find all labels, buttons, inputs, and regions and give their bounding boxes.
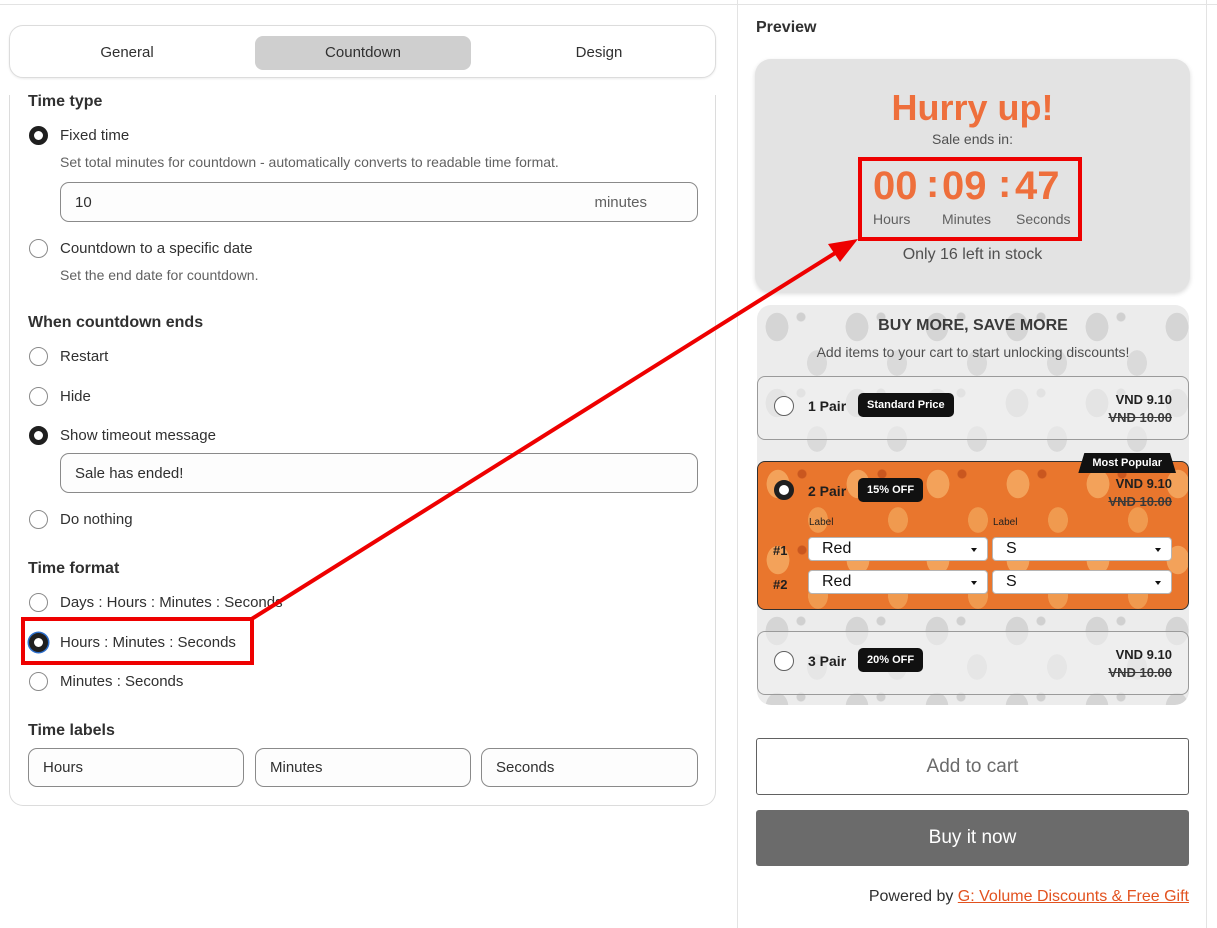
powered-prefix: Powered by: [868, 888, 954, 905]
minutes-label-input[interactable]: Minutes: [255, 748, 471, 787]
timer-headline: Hurry up!: [891, 87, 1054, 128]
dropdown-caret-icon: [1155, 548, 1161, 552]
minutes-suffix: minutes: [594, 193, 647, 211]
offer-3-pair[interactable]: 3 Pair 20% OFF VND 9.10 VND 10.00: [757, 631, 1189, 695]
offer-2-pair[interactable]: Most Popular 2 Pair 15% OFF VND 9.10 VND…: [757, 461, 1189, 610]
offer-radio-checked[interactable]: [774, 480, 794, 500]
add-to-cart-button[interactable]: Add to cart: [756, 738, 1189, 795]
select-value: Red: [822, 540, 852, 557]
fixed-time-help: Set total minutes for countdown - automa…: [60, 154, 559, 170]
tab-general[interactable]: General: [19, 36, 235, 70]
variant-1-color-select[interactable]: Red: [808, 537, 988, 561]
radio-do-nothing[interactable]: Do nothing: [29, 508, 133, 530]
dropdown-caret-icon: [971, 581, 977, 585]
offer-price: VND 9.10: [1115, 476, 1172, 491]
radio-button[interactable]: [29, 386, 48, 406]
radio-restart[interactable]: Restart: [29, 345, 108, 367]
fixed-time-label: Fixed time: [60, 126, 130, 144]
highlight-format-option: [21, 617, 254, 665]
timeout-message-input[interactable]: Sale has ended!: [60, 453, 698, 493]
variant-1-size-select[interactable]: S: [992, 537, 1172, 561]
time-type-title: Time type: [28, 93, 103, 110]
offer-price: VND 9.10: [1115, 392, 1172, 407]
radio-format-ms[interactable]: Minutes : Seconds: [29, 670, 183, 692]
specific-date-label: Countdown to a specific date: [60, 239, 253, 257]
radio-button-checked[interactable]: [29, 425, 48, 445]
specific-date-help: Set the end date for countdown.: [60, 267, 259, 283]
restart-label: Restart: [60, 347, 109, 365]
bundle-title: BUY MORE, SAVE MORE: [878, 317, 1068, 334]
radio-button[interactable]: [29, 509, 48, 529]
stock-message: Only 16 left in stock: [902, 246, 1043, 263]
show-timeout-label: Show timeout message: [60, 426, 216, 444]
timer-subtitle: Sale ends in:: [932, 131, 1013, 147]
offer-old-price: VND 10.00: [1108, 494, 1172, 509]
preview-title: Preview: [756, 19, 817, 36]
radio-button[interactable]: [29, 592, 48, 612]
buy-now-button[interactable]: Buy it now: [756, 810, 1189, 866]
time-format-title: Time format: [28, 560, 120, 577]
countdown-settings-card: Time type Fixed time Set total minutes f…: [9, 93, 716, 806]
tab-design[interactable]: Design: [491, 36, 707, 70]
most-popular-ribbon: Most Popular: [1078, 453, 1176, 473]
select-value: S: [1006, 540, 1017, 557]
radio-button[interactable]: [29, 671, 48, 691]
powered-by: Powered by G: Volume Discounts & Free Gi…: [869, 888, 1189, 906]
variant-number: #1: [773, 543, 788, 558]
offer-price: VND 9.10: [1115, 647, 1172, 662]
minutes-label-value: Minutes: [270, 759, 323, 776]
format-ms-label: Minutes : Seconds: [60, 672, 184, 690]
when-ends-title: When countdown ends: [28, 314, 204, 331]
tab-countdown[interactable]: Countdown: [255, 36, 471, 70]
dropdown-caret-icon: [1155, 581, 1161, 585]
offer-badge: Standard Price: [858, 393, 954, 417]
radio-specific-date[interactable]: Countdown to a specific date: [29, 237, 253, 259]
seconds-label-value: Seconds: [496, 759, 555, 776]
offer-badge: 20% OFF: [858, 648, 924, 672]
hide-label: Hide: [60, 387, 91, 405]
time-labels-title: Time labels: [28, 722, 115, 739]
minutes-input[interactable]: 10 minutes: [60, 182, 698, 222]
tab-bar: General Countdown Design: [9, 25, 716, 78]
hours-label-input[interactable]: Hours: [28, 748, 244, 787]
select-value: S: [1006, 573, 1017, 590]
offer-old-price: VND 10.00: [1108, 665, 1172, 680]
radio-show-timeout[interactable]: Show timeout message: [29, 424, 216, 446]
variant-2-color-select[interactable]: Red: [808, 570, 988, 594]
seconds-label-input[interactable]: Seconds: [481, 748, 698, 787]
offer-name: 3 Pair: [808, 653, 847, 669]
select-value: Red: [822, 573, 852, 590]
radio-format-dhms[interactable]: Days : Hours : Minutes : Seconds: [29, 591, 283, 613]
powered-link[interactable]: G: Volume Discounts & Free Gift: [958, 888, 1189, 905]
radio-hide[interactable]: Hide: [29, 385, 91, 407]
radio-fixed-time[interactable]: Fixed time: [29, 124, 129, 146]
volume-discount-bundle: BUY MORE, SAVE MORE Add items to your ca…: [757, 305, 1189, 705]
offer-radio[interactable]: [774, 651, 794, 671]
variant-2-size-select[interactable]: S: [992, 570, 1172, 594]
offer-radio[interactable]: [774, 396, 794, 416]
format-dhms-label: Days : Hours : Minutes : Seconds: [60, 593, 283, 611]
offer-old-price: VND 10.00: [1108, 410, 1172, 425]
offer-1-pair[interactable]: 1 Pair Standard Price VND 9.10 VND 10.00: [757, 376, 1189, 440]
highlight-timer-box: [858, 157, 1082, 241]
offer-name: 2 Pair: [808, 483, 847, 499]
radio-button[interactable]: [29, 346, 48, 366]
variant-label: Label: [809, 517, 834, 528]
timeout-message-value: Sale has ended!: [75, 464, 184, 482]
do-nothing-label: Do nothing: [60, 510, 133, 528]
variant-label: Label: [993, 517, 1018, 528]
offer-badge: 15% OFF: [858, 478, 924, 502]
dropdown-caret-icon: [971, 548, 977, 552]
offer-name: 1 Pair: [808, 398, 847, 414]
radio-button[interactable]: [29, 238, 48, 258]
minutes-value: 10: [75, 193, 92, 211]
variant-number: #2: [773, 577, 788, 592]
hours-label-value: Hours: [43, 759, 84, 776]
bundle-subtitle: Add items to your cart to start unlockin…: [816, 344, 1130, 360]
radio-button-checked[interactable]: [29, 125, 48, 145]
